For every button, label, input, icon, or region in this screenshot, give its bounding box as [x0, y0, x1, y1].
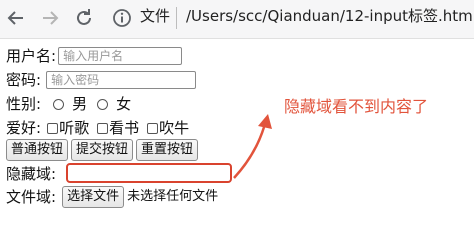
hobby-checkbox-music[interactable]: [47, 122, 59, 134]
hidden-row: 隐藏域:: [6, 164, 56, 184]
gender-label: 性别:: [6, 95, 42, 113]
file-label: 文件域:: [6, 188, 57, 206]
hidden-field-highlight: [66, 163, 232, 183]
password-input[interactable]: 输入密码: [46, 71, 197, 89]
gender-row: 性别: 男 女: [6, 94, 131, 114]
back-arrow-icon[interactable]: [4, 6, 28, 30]
submit-button[interactable]: 提交按钮: [71, 139, 134, 161]
info-icon[interactable]: [110, 6, 134, 30]
gender-option-male: 男: [72, 95, 88, 113]
gender-option-female: 女: [116, 95, 132, 113]
file-status: 未选择任何文件: [127, 189, 219, 204]
username-label: 用户名:: [6, 47, 57, 65]
address-scheme-label: 文件: [140, 7, 171, 25]
hobby-checkbox-chatting[interactable]: [147, 122, 159, 134]
address-separator: [176, 7, 177, 29]
normal-button[interactable]: 普通按钮: [6, 139, 69, 161]
button-row: 普通按钮 提交按钮 重置按钮: [6, 139, 201, 161]
browser-toolbar: 文件 /Users/scc/Qianduan/12-input标签.html: [0, 0, 474, 39]
hobby-option-music: 听歌: [59, 119, 90, 137]
hobby-option-reading: 看书: [109, 119, 140, 137]
hidden-label: 隐藏域:: [6, 165, 57, 183]
address-url[interactable]: /Users/scc/Qianduan/12-input标签.html: [186, 6, 474, 26]
reset-button[interactable]: 重置按钮: [136, 139, 199, 161]
password-label: 密码:: [6, 71, 42, 89]
hobby-row: 爱好: 听歌 看书 吹牛: [6, 118, 189, 138]
choose-file-button[interactable]: 选择文件: [62, 186, 125, 208]
hobby-label: 爱好:: [6, 119, 42, 137]
annotation-text: 隐藏域看不到内容了: [284, 97, 429, 116]
reload-icon[interactable]: [72, 6, 96, 30]
forward-arrow-icon[interactable]: [38, 6, 62, 30]
username-input[interactable]: 输入用户名: [58, 47, 183, 65]
gender-radio-female[interactable]: [97, 98, 109, 110]
file-row: 文件域: 选择文件 未选择任何文件: [6, 186, 218, 208]
hobby-option-chatting: 吹牛: [159, 119, 190, 137]
gender-radio-male[interactable]: [53, 98, 65, 110]
username-row: 用户名: 输入用户名: [6, 46, 183, 66]
hobby-checkbox-reading[interactable]: [97, 122, 109, 134]
password-row: 密码: 输入密码: [6, 70, 197, 90]
